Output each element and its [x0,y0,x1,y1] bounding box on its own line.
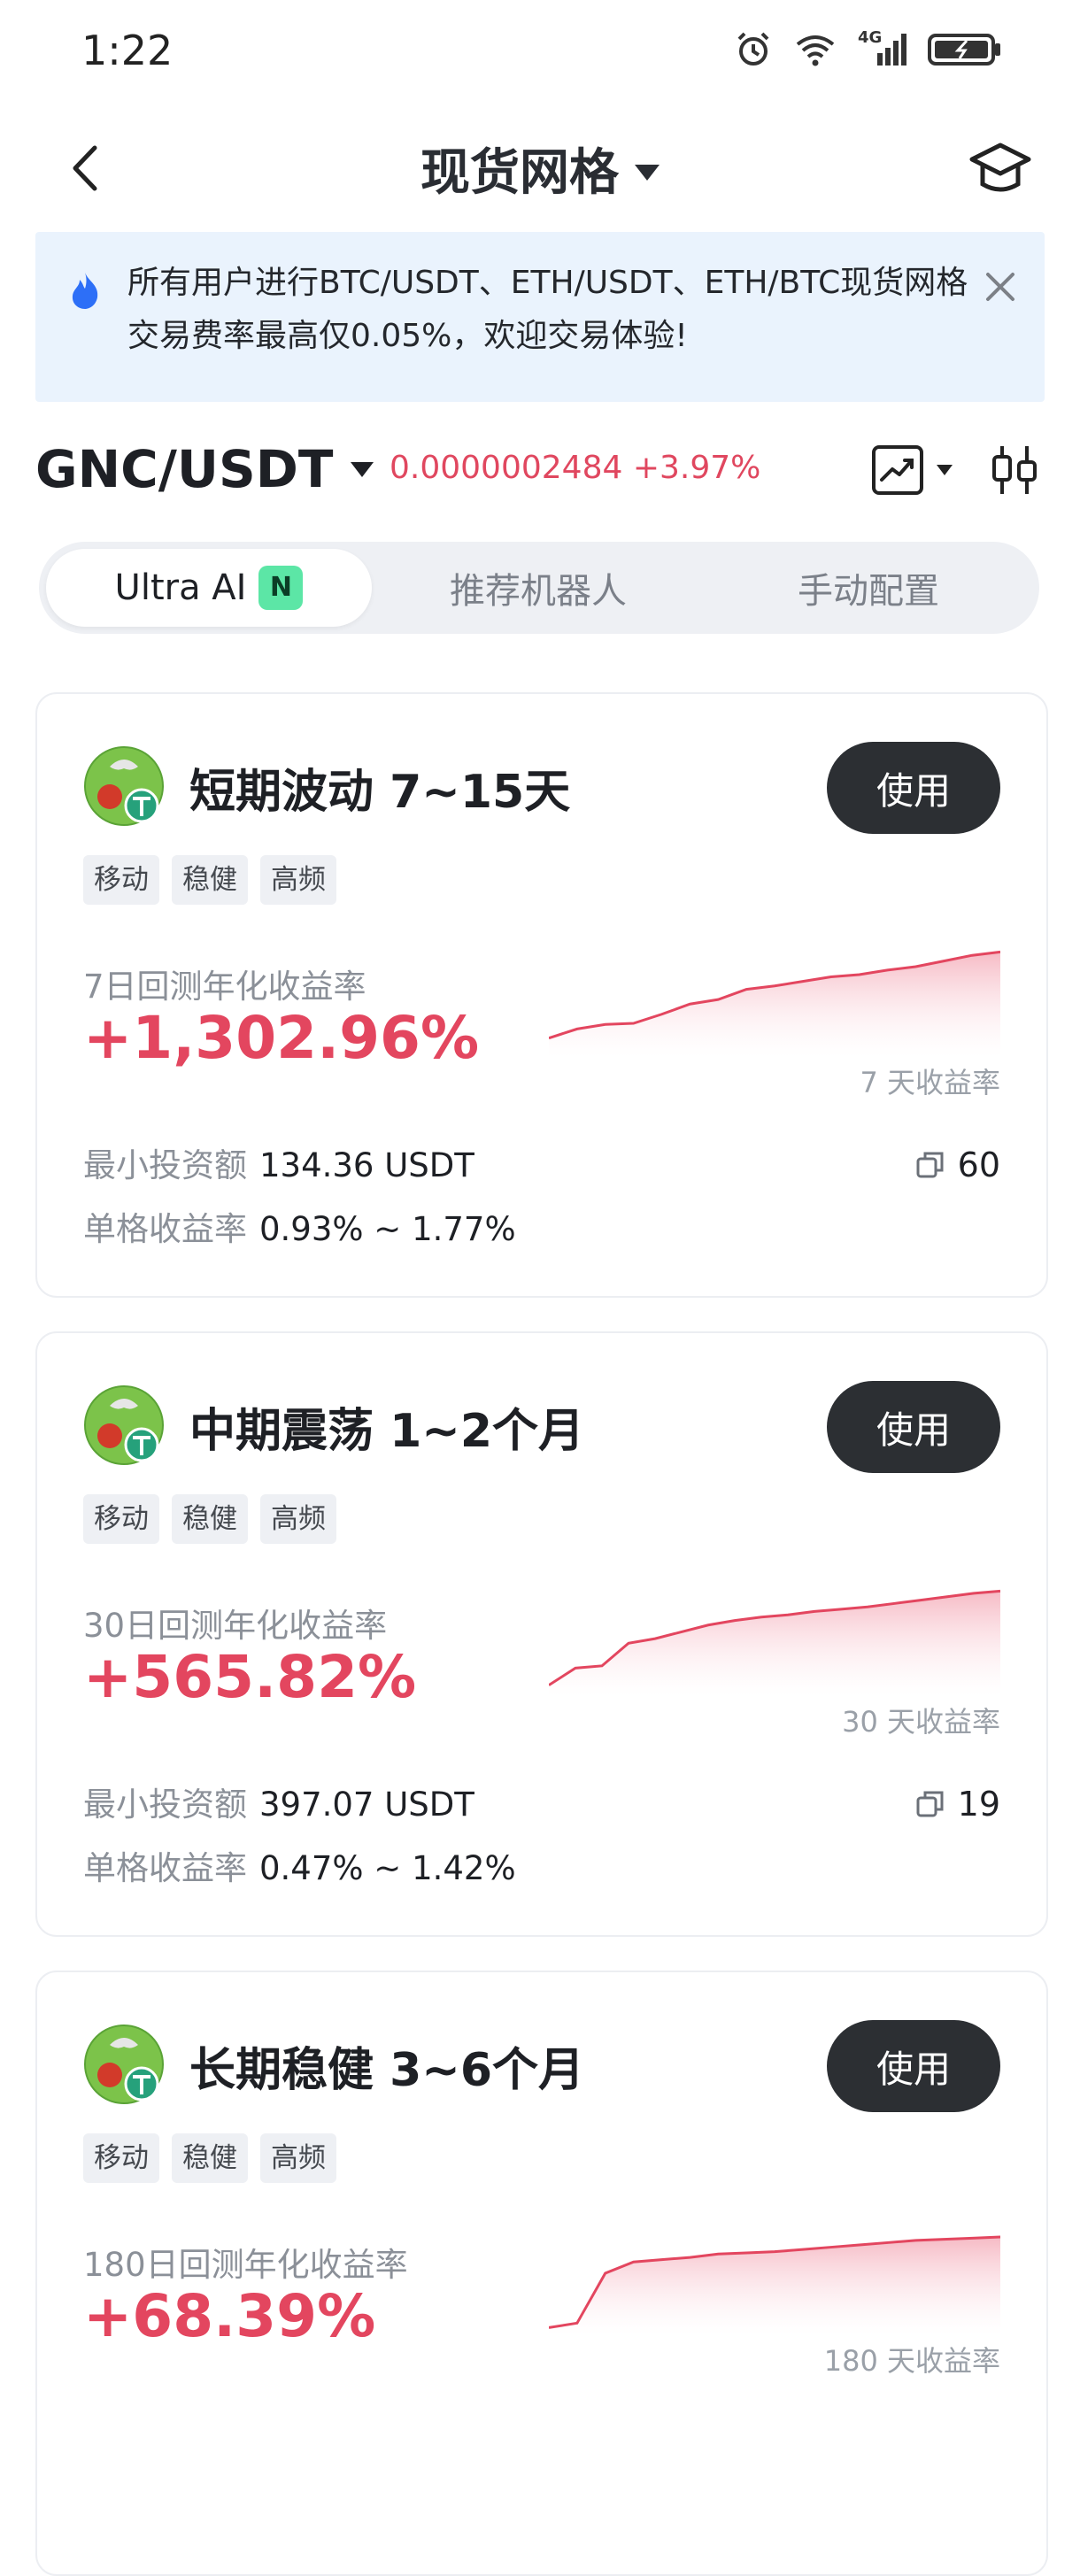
copy-icon [916,1152,944,1178]
wifi-icon [796,35,835,66]
status-time: 1:22 [81,27,174,74]
sparkline-area [549,1591,1000,1696]
grid-return-label: 单格收益率 [83,1210,247,1248]
min-invest-row: 最小投资额 134.36 USDT [83,1138,474,1186]
new-badge: N [258,566,304,610]
card-title: 长期稳健 3~6个月 [189,2044,585,2097]
use-button[interactable]: 使用 [827,742,1000,834]
alarm-icon [737,32,769,66]
tab-ultra-ai[interactable]: Ultra AI N [46,549,372,627]
bot-card[interactable]: 中期震荡 1~2个月 使用 移动 稳健 高频 30日回测年化收益率 +565.8… [35,1331,1048,1937]
tag-list: 移动 稳健 高频 [83,855,336,905]
sparkline-label: 7 天收益率 [860,1066,1000,1099]
bot-card[interactable]: 短期波动 7~15天 使用 移动 稳健 高频 7日回测年化收益率 +1,302.… [35,692,1048,1298]
copy-count-value: 60 [957,1145,1000,1184]
card-title: 中期震荡 1~2个月 [189,1405,585,1458]
return-value: +1,302.96% [83,1004,480,1072]
copy-count-value: 19 [957,1785,1000,1824]
page-title: 现货网格 [420,144,619,202]
caret-down-icon [635,164,660,181]
copy-icon [916,1791,944,1817]
grid-return-value: 0.93% ~ 1.77% [259,1210,516,1248]
return-value: +565.82% [83,1643,417,1711]
pair-selector[interactable]: GNC/USDT [35,439,374,499]
graduation-cap-icon[interactable] [965,135,1036,205]
tag: 移动 [83,2133,159,2183]
sparkline-chart [549,2235,1000,2335]
tab-label: 手动配置 [798,571,939,612]
sparkline-chart [549,950,1000,1057]
tab-label: 推荐机器人 [450,571,627,612]
tag-list: 移动 稳健 高频 [83,2133,336,2183]
tag: 高频 [260,1494,336,1544]
candlestick-icon[interactable] [990,443,1039,497]
sparkline-area [549,952,1000,1057]
grid-return-row: 单格收益率 0.93% ~ 1.77% [83,1202,516,1250]
min-invest-value: 397.07 USDT [259,1785,474,1824]
copy-count: 19 [915,1785,1000,1824]
coin-avatar-icon [84,2025,164,2104]
copy-count: 60 [915,1145,1000,1184]
flame-icon [72,273,98,309]
caret-down-icon [351,461,374,477]
pair-price: 0.0000002484 +3.97% [390,450,760,486]
use-button[interactable]: 使用 [827,2020,1000,2112]
status-icons: 4G [734,23,1002,76]
tag: 稳健 [172,855,248,905]
page-title-dropdown[interactable]: 现货网格 [0,133,1080,204]
caret-down-icon [937,465,953,475]
price-value: 0.0000002484 [390,450,623,486]
sparkline-label: 180 天收益率 [823,2344,1000,2378]
promo-banner: 所有用户进行BTC/USDT、ETH/USDT、ETH/BTC现货网格交易费率最… [35,232,1045,402]
chart-toggle[interactable] [871,444,953,496]
min-invest-row: 最小投资额 397.07 USDT [83,1778,474,1825]
tag: 移动 [83,1494,159,1544]
tag: 稳健 [172,1494,248,1544]
return-label: 180日回测年化收益率 [83,2246,408,2284]
network-label: 4G [858,28,883,47]
banner-text: 所有用户进行BTC/USDT、ETH/USDT、ETH/BTC现货网格交易费率最… [127,265,968,354]
coin-avatar-icon [84,746,164,826]
tab-recommended-bots[interactable]: 推荐机器人 [379,549,698,627]
return-value: +68.39% [83,2282,376,2350]
min-invest-label: 最小投资额 [83,1146,247,1184]
price-change: +3.97% [632,450,761,486]
close-icon[interactable] [981,267,1020,306]
return-label: 30日回测年化收益率 [83,1607,388,1645]
line-chart-icon [872,445,923,495]
coin-avatar-icon [84,1385,164,1465]
tag: 稳健 [172,2133,248,2183]
grid-return-row: 单格收益率 0.47% ~ 1.42% [83,1841,516,1889]
tab-manual-config[interactable]: 手动配置 [705,549,1032,627]
tag: 高频 [260,2133,336,2183]
pair-symbol: GNC/USDT [35,439,334,499]
mode-tabs: Ultra AI N 推荐机器人 手动配置 [39,542,1039,634]
tab-label: Ultra AI [114,567,247,608]
card-title: 短期波动 7~15天 [189,766,571,819]
tag-list: 移动 稳健 高频 [83,1494,336,1544]
grid-return-label: 单格收益率 [83,1849,247,1887]
min-invest-value: 134.36 USDT [259,1146,474,1184]
return-label: 7日回测年化收益率 [83,968,366,1006]
tag: 移动 [83,855,159,905]
use-button[interactable]: 使用 [827,1381,1000,1473]
min-invest-label: 最小投资额 [83,1785,247,1824]
sparkline-label: 30 天收益率 [842,1705,1000,1739]
sparkline-chart [549,1589,1000,1696]
tag: 高频 [260,855,336,905]
grid-return-value: 0.47% ~ 1.42% [259,1849,516,1887]
signal-icon: 4G [858,28,906,66]
bot-card[interactable]: 长期稳健 3~6个月 使用 移动 稳健 高频 180日回测年化收益率 +68.3… [35,1971,1048,2576]
battery-icon [928,34,1000,66]
